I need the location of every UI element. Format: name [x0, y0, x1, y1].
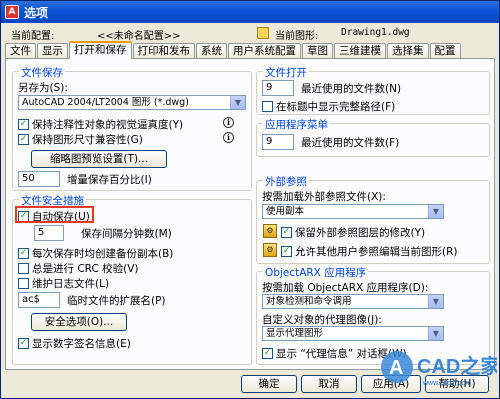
log-label: 维护日志文件(L)	[32, 278, 110, 290]
current-config-label: 当前配置:	[11, 31, 55, 42]
watermark-logo-icon: A CAD之家 www.cadzj.com	[381, 351, 500, 387]
objectarx-group-label: ObjectARX 应用程序	[263, 265, 369, 280]
xref-layer-icon: ⚙	[263, 224, 277, 238]
temp-ext-label: 临时文件的扩展名(P)	[67, 295, 166, 307]
app-menu-group: 应用程序菜单 9 最近使用的文件数(F)	[256, 117, 490, 157]
window-title: 选项	[24, 5, 49, 20]
info-icon: i	[223, 132, 234, 143]
check-icon: ✓	[281, 227, 292, 238]
options-dialog: A 选项 当前配置: <<未命名配置>> 当前图形: Drawing1.dwg …	[0, 0, 500, 399]
app-recent-label: 最近使用的文件数(F)	[301, 137, 400, 149]
interval-input[interactable]: 5	[34, 225, 64, 241]
tab-drafting[interactable]: 草图	[302, 43, 333, 59]
save-as-value: AutoCAD 2004/LT2004 图形 (*.dwg)	[22, 97, 189, 108]
file-safety-group: 文件安全措施 ✓ 自动保存(U) 5 保存间隔分钟数(M) ✓ 每次保存时均创建…	[12, 193, 252, 365]
tab-3d-modeling[interactable]: 三维建模	[334, 43, 386, 59]
crc-label: 总是进行 CRC 校验(V)	[32, 263, 139, 275]
chevron-down-icon: ▼	[230, 96, 245, 109]
digital-signature-label: 显示数字签名信息(E)	[32, 338, 131, 350]
svg-text:A: A	[389, 357, 403, 379]
temp-ext-input[interactable]: ac$	[18, 292, 60, 308]
open-save-panel: 文件保存 另存为(S): AutoCAD 2004/LT2004 图形 (*.d…	[5, 58, 495, 370]
tab-open-save[interactable]: 打开和保存	[69, 41, 132, 59]
interval-label: 保存间隔分钟数(M)	[81, 228, 172, 240]
info-icon: i	[223, 117, 234, 128]
file-open-group: 文件打开 9 最近使用的文件数(N) 在标题中显示完整路径(F)	[256, 65, 490, 115]
tab-profiles[interactable]: 配置	[429, 43, 461, 59]
tab-files[interactable]: 文件	[5, 43, 36, 59]
xref-edit-icon: ⚙	[263, 243, 277, 257]
current-config-value: <<未命名配置>>	[97, 31, 181, 42]
log-checkbox[interactable]: 维护日志文件(L)	[18, 276, 109, 291]
file-open-group-label: 文件打开	[263, 65, 309, 80]
chevron-down-icon: ▼	[428, 295, 443, 308]
watermark-text: CAD之家	[417, 354, 497, 378]
allow-refedit-checkbox[interactable]: ✓ 允许其他用户参照编辑当前图形(R)	[281, 244, 458, 259]
proxy-image-value: 显示代理图形	[266, 328, 324, 339]
check-icon: ✓	[18, 338, 29, 349]
increment-input[interactable]: 50	[18, 171, 60, 187]
app-recent-input[interactable]: 9	[262, 134, 294, 150]
xref-demand-dropdown[interactable]: 使用副本 ▼	[262, 204, 444, 219]
thumbnail-settings-button[interactable]: 缩略图预览设置(T)...	[31, 150, 167, 168]
full-path-label: 在标题中显示完整路径(F)	[276, 101, 396, 113]
check-icon: ✓	[18, 119, 29, 130]
watermark-sub: www.cadzj.com	[422, 380, 471, 387]
proxy-image-dropdown[interactable]: 显示代理图形 ▼	[262, 326, 444, 341]
tab-strip: 文件 显示 打开和保存 打印和发布 系统 用户系统配置 草图 三维建模 选择集 …	[5, 41, 462, 59]
unchecked-box-icon	[18, 278, 29, 289]
watermark: A CAD之家 www.cadzj.com	[377, 345, 500, 392]
increment-label: 增量保存百分比(I)	[67, 174, 152, 186]
chevron-down-icon: ▼	[428, 327, 443, 340]
title-bar: A 选项	[1, 1, 499, 23]
visual-fidelity-checkbox[interactable]: ✓ 保持注释性对象的视觉逼真度(Y)	[18, 117, 183, 132]
retain-xref-label: 保留外部参照图层的修改(Y)	[295, 227, 426, 239]
backup-checkbox[interactable]: ✓ 每次保存时均创建备份副本(B)	[18, 246, 173, 261]
size-compat-label: 保持图形尺寸兼容性(G)	[32, 134, 143, 146]
allow-refedit-label: 允许其他用户参照编辑当前图形(R)	[295, 246, 458, 258]
proxy-image-label: 自定义对象的代理图像(J):	[262, 314, 382, 326]
crc-checkbox[interactable]: 总是进行 CRC 校验(V)	[18, 261, 139, 276]
xref-demand-value: 使用副本	[266, 206, 305, 217]
chevron-down-icon: ▼	[428, 205, 443, 218]
file-save-group: 文件保存 另存为(S): AutoCAD 2004/LT2004 图形 (*.d…	[12, 65, 252, 191]
tab-display[interactable]: 显示	[37, 43, 68, 59]
xref-demand-label: 按需加载外部参照文件(X):	[262, 191, 386, 203]
current-drawing-label: 当前图形:	[275, 31, 319, 42]
arx-demand-value: 对象检测和命令调用	[266, 296, 352, 307]
app-icon: A	[5, 5, 19, 19]
check-icon: ✓	[262, 348, 273, 359]
arx-demand-dropdown[interactable]: 对象检测和命令调用 ▼	[262, 294, 444, 309]
xref-group: 外部参照 按需加载外部参照文件(X): 使用副本 ▼ ⚙ ✓ 保留外部参照图层的…	[256, 174, 490, 264]
check-icon: ✓	[18, 134, 29, 145]
size-compat-checkbox[interactable]: ✓ 保持图形尺寸兼容性(G)	[18, 132, 143, 147]
xref-group-label: 外部参照	[263, 174, 309, 189]
app-menu-group-label: 应用程序菜单	[263, 117, 330, 132]
unchecked-box-icon	[262, 101, 273, 112]
tab-selection[interactable]: 选择集	[387, 43, 429, 59]
save-as-label: 另存为(S):	[18, 82, 68, 94]
security-options-button[interactable]: 安全选项(O)...	[31, 313, 127, 331]
check-icon: ✓	[18, 248, 29, 259]
save-as-dropdown[interactable]: AutoCAD 2004/LT2004 图形 (*.dwg) ▼	[18, 95, 246, 110]
arx-demand-label: 按需加载 ObjectARX 应用程序(D):	[262, 282, 429, 294]
backup-label: 每次保存时均创建备份副本(B)	[32, 248, 174, 260]
recent-files-label: 最近使用的文件数(N)	[301, 83, 402, 95]
config-row: 当前配置: <<未命名配置>> 当前图形: Drawing1.dwg	[9, 27, 491, 42]
current-drawing-value: Drawing1.dwg	[341, 27, 410, 38]
visual-fidelity-label: 保持注释性对象的视觉逼真度(Y)	[32, 119, 184, 131]
full-path-checkbox[interactable]: 在标题中显示完整路径(F)	[262, 99, 395, 114]
retain-xref-checkbox[interactable]: ✓ 保留外部参照图层的修改(Y)	[281, 225, 425, 240]
recent-files-input[interactable]: 9	[262, 80, 294, 96]
check-icon: ✓	[281, 246, 292, 257]
ok-button[interactable]: 确定	[241, 375, 297, 393]
digital-signature-checkbox[interactable]: ✓ 显示数字签名信息(E)	[18, 336, 131, 351]
tab-plot-publish[interactable]: 打印和发布	[132, 43, 195, 59]
unchecked-box-icon	[18, 263, 29, 274]
tab-user-preferences[interactable]: 用户系统配置	[228, 43, 301, 59]
tab-system[interactable]: 系统	[196, 43, 227, 59]
file-save-group-label: 文件保存	[19, 65, 65, 80]
highlight-box	[15, 206, 94, 223]
cancel-button[interactable]: 取消	[301, 375, 357, 393]
